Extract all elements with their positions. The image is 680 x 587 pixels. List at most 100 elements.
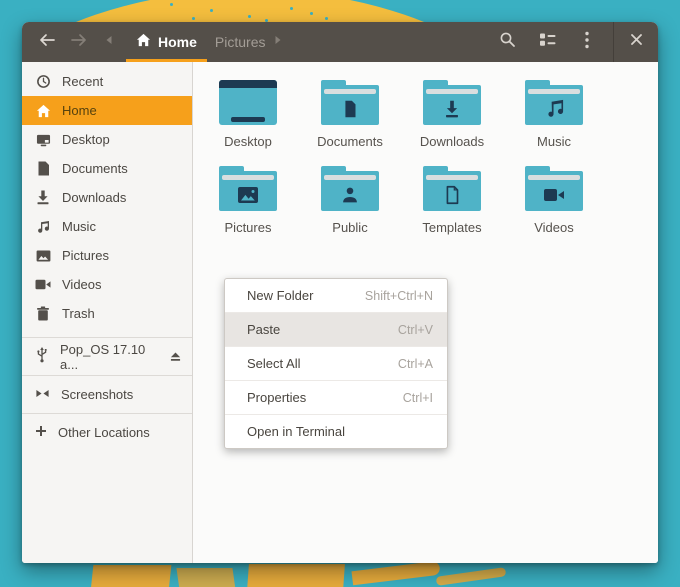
desktop-wallpaper-top xyxy=(0,0,680,22)
sidebar-item-music[interactable]: Music xyxy=(22,212,192,241)
folder-label: Downloads xyxy=(419,134,485,149)
drive-icon xyxy=(35,387,50,402)
close-button[interactable] xyxy=(614,33,658,51)
videos-folder-icon xyxy=(525,166,583,211)
view-options-button[interactable] xyxy=(534,29,560,55)
menu-item-label: Open in Terminal xyxy=(247,424,346,439)
wallpaper-brush-stroke xyxy=(435,567,507,586)
breadcrumb-current-folder[interactable]: Pictures xyxy=(209,34,272,50)
folder-label: Music xyxy=(537,134,571,149)
breadcrumb-home-label: Home xyxy=(158,34,197,50)
folder-label: Pictures xyxy=(224,220,272,235)
forward-button[interactable] xyxy=(66,29,92,55)
folder-label: Documents xyxy=(317,134,383,149)
video-camera-icon xyxy=(35,279,51,290)
sidebar-item-downloads[interactable]: Downloads xyxy=(22,183,192,212)
public-folder-icon xyxy=(321,166,379,211)
folder-downloads[interactable]: Downloads xyxy=(401,80,503,149)
menu-item-shortcut: Ctrl+A xyxy=(397,356,433,371)
sidebar-item-label: Downloads xyxy=(62,190,127,205)
plus-icon xyxy=(35,425,47,440)
download-icon xyxy=(35,190,51,205)
kebab-menu-icon xyxy=(584,31,590,54)
sidebar-item-recent[interactable]: Recent xyxy=(22,67,192,96)
music-folder-icon xyxy=(525,80,583,125)
sidebar-item-documents[interactable]: Documents xyxy=(22,154,192,183)
menu-item-label: Properties xyxy=(247,390,307,405)
wallpaper-brush-stroke xyxy=(247,564,345,587)
sidebar-item-label: Documents xyxy=(62,161,128,176)
menu-item-label: Paste xyxy=(247,322,281,337)
eject-button[interactable] xyxy=(169,351,182,363)
search-icon xyxy=(499,31,516,53)
folder-music[interactable]: Music xyxy=(503,80,605,149)
documents-folder-icon xyxy=(321,80,379,125)
file-manager-window: Home Pictures Recent Home Desktop Docume… xyxy=(22,22,658,563)
sidebar-item-label: Screenshots xyxy=(61,387,134,402)
headerbar-actions xyxy=(487,22,658,62)
sidebar-item-label: Recent xyxy=(62,74,104,89)
close-icon xyxy=(630,33,643,51)
folder-grid: Desktop Documents Downloads Music Pictur… xyxy=(193,62,658,235)
menu-item-shortcut: Ctrl+V xyxy=(397,322,433,337)
sidebar-item-popos-drive[interactable]: Pop_OS 17.10 a... xyxy=(22,337,192,375)
chevron-right-icon xyxy=(273,33,283,51)
wallpaper-sun-shape xyxy=(0,0,578,22)
trash-icon xyxy=(35,306,51,321)
sidebar-item-label: Pop_OS 17.10 a... xyxy=(60,341,146,372)
sidebar-item-label: Pictures xyxy=(62,248,109,263)
menu-button[interactable] xyxy=(574,29,600,55)
breadcrumb-home-button[interactable]: Home xyxy=(124,22,209,62)
menu-item-paste[interactable]: Paste Ctrl+V xyxy=(225,313,447,346)
wallpaper-brush-stroke xyxy=(90,565,172,587)
folder-templates[interactable]: Templates xyxy=(401,166,503,235)
forward-arrow-icon xyxy=(70,32,88,53)
sidebar-item-other-locations[interactable]: Other Locations xyxy=(22,413,192,451)
back-arrow-icon xyxy=(38,32,56,53)
wallpaper-speckles xyxy=(170,3,173,6)
menu-item-new-folder[interactable]: New Folder Shift+Ctrl+N xyxy=(225,279,447,312)
folder-pictures[interactable]: Pictures xyxy=(197,166,299,235)
menu-item-shortcut: Shift+Ctrl+N xyxy=(364,288,433,303)
sidebar-item-trash[interactable]: Trash xyxy=(22,299,192,328)
downloads-folder-icon xyxy=(423,80,481,125)
home-icon xyxy=(35,104,51,118)
file-browser-area[interactable]: Desktop Documents Downloads Music Pictur… xyxy=(193,62,658,563)
list-view-icon xyxy=(539,32,556,52)
image-icon xyxy=(35,249,51,262)
document-icon xyxy=(35,161,51,176)
menu-item-label: New Folder xyxy=(247,288,314,303)
search-button[interactable] xyxy=(494,29,520,55)
desktop-icon xyxy=(35,133,51,147)
sidebar-item-desktop[interactable]: Desktop xyxy=(22,125,192,154)
folder-videos[interactable]: Videos xyxy=(503,166,605,235)
menu-item-label: Select All xyxy=(247,356,301,371)
sidebar-item-home[interactable]: Home xyxy=(22,96,192,125)
sidebar-item-label: Trash xyxy=(62,306,95,321)
folder-label: Public xyxy=(332,220,368,235)
path-scroll-right-button[interactable] xyxy=(271,29,285,55)
folder-documents[interactable]: Documents xyxy=(299,80,401,149)
folder-public[interactable]: Public xyxy=(299,166,401,235)
sidebar-item-label: Music xyxy=(62,219,96,234)
path-scroll-left-button[interactable] xyxy=(102,29,116,55)
menu-item-properties[interactable]: Properties Ctrl+I xyxy=(225,381,447,414)
menu-item-select-all[interactable]: Select All Ctrl+A xyxy=(225,347,447,380)
folder-label: Templates xyxy=(422,220,482,235)
back-button[interactable] xyxy=(34,29,60,55)
chevron-left-icon xyxy=(104,33,114,51)
clock-icon xyxy=(35,74,51,89)
sidebar-item-label: Desktop xyxy=(62,132,110,147)
sidebar-item-videos[interactable]: Videos xyxy=(22,270,192,299)
sidebar-item-label: Home xyxy=(62,103,97,118)
sidebar: Recent Home Desktop Documents Downloads … xyxy=(22,62,193,563)
folder-desktop[interactable]: Desktop xyxy=(197,80,299,149)
sidebar-item-pictures[interactable]: Pictures xyxy=(22,241,192,270)
home-icon xyxy=(136,33,151,52)
templates-folder-icon xyxy=(423,166,481,211)
menu-item-open-in-terminal[interactable]: Open in Terminal xyxy=(225,415,447,448)
wallpaper-brush-stroke xyxy=(176,568,236,587)
desktop-wallpaper-bottom xyxy=(0,563,680,587)
sidebar-item-screenshots[interactable]: Screenshots xyxy=(22,375,192,413)
